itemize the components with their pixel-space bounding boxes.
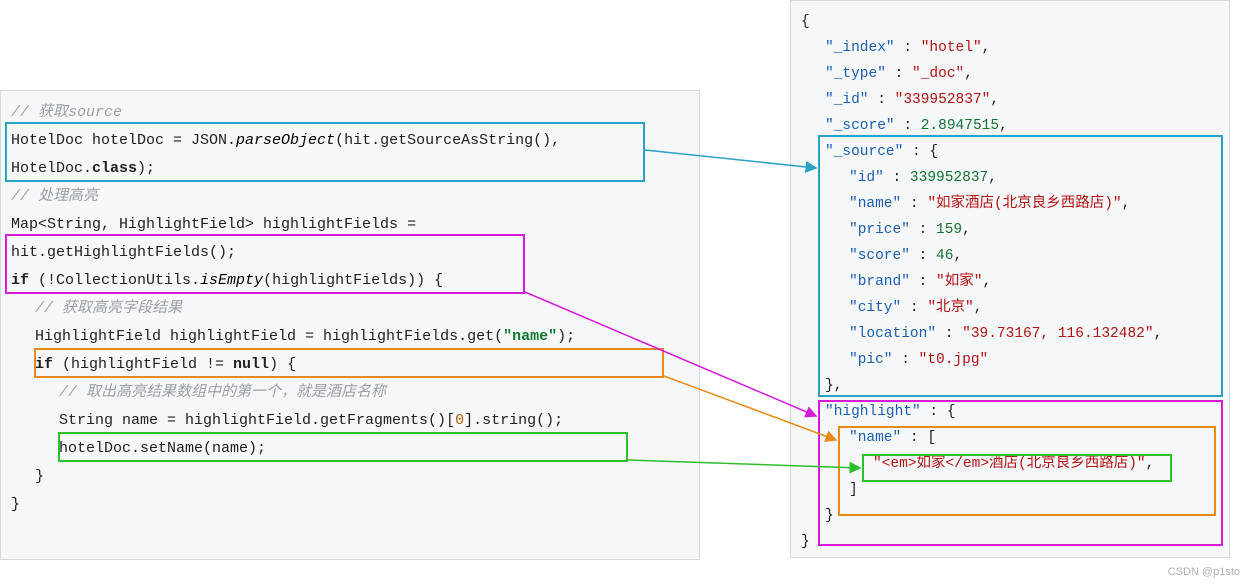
code-text: "name" — [503, 328, 557, 345]
json-text: } — [801, 534, 810, 550]
json-value: "339952837" — [895, 92, 991, 108]
json-key: "score" — [849, 248, 910, 264]
code-text: if — [35, 356, 53, 373]
json-text: ] — [849, 482, 858, 498]
json-key: "id" — [849, 170, 884, 186]
code-text: if — [11, 272, 29, 289]
code-text: Map<String, HighlightField> highlightFie… — [11, 216, 416, 233]
json-value: 159 — [936, 222, 962, 238]
code-text: HighlightField highlightField = highligh… — [35, 328, 503, 345]
json-value: "北京" — [927, 300, 973, 316]
json-key: "_type" — [825, 66, 886, 82]
json-text: : { — [921, 404, 956, 420]
json-key: "brand" — [849, 274, 910, 290]
json-text: { — [801, 14, 810, 30]
json-value: "<em>如家</em>酒店(北京良乡西路店)" — [873, 456, 1146, 472]
json-value: "如家酒店(北京良乡西路店)" — [927, 196, 1121, 212]
json-value: 339952837 — [910, 170, 988, 186]
json-key: "_id" — [825, 92, 869, 108]
json-key: "_index" — [825, 40, 895, 56]
json-value: "如家" — [936, 274, 982, 290]
json-key: "price" — [849, 222, 910, 238]
comment-get-field: // 获取高亮字段结果 — [35, 300, 182, 317]
json-key: "name" — [849, 196, 901, 212]
json-value: "_doc" — [912, 66, 964, 82]
json-key: "name" — [849, 430, 901, 446]
code-text: ].string(); — [464, 412, 563, 429]
code-text: parseObject — [236, 132, 335, 149]
code-text: ); — [557, 328, 575, 345]
code-text: 0 — [455, 412, 464, 429]
code-text: ) { — [269, 356, 296, 373]
java-code-panel: // 获取source HotelDoc hotelDoc = JSON.par… — [0, 90, 700, 560]
code-text: } — [35, 468, 44, 485]
json-key: "highlight" — [825, 404, 921, 420]
comment-first-fragment: // 取出高亮结果数组中的第一个，就是酒店名称 — [59, 384, 386, 401]
json-value: 46 — [936, 248, 953, 264]
comment-get-source: // 获取source — [11, 104, 122, 121]
code-text: ); — [137, 160, 155, 177]
code-text: (hit.getSourceAsString(), — [335, 132, 560, 149]
json-key: "location" — [849, 326, 936, 342]
code-text: class — [92, 160, 137, 177]
json-key: "_source" — [825, 144, 903, 160]
json-text: } — [825, 508, 834, 524]
json-text: : [ — [901, 430, 936, 446]
comment-handle-highlight: // 处理高亮 — [11, 188, 98, 205]
json-key: "city" — [849, 300, 901, 316]
code-text: String name = highlightField.getFragment… — [59, 412, 455, 429]
json-value: "t0.jpg" — [919, 352, 989, 368]
code-text: (highlightFields)) { — [263, 272, 443, 289]
json-value: 2.8947515 — [921, 118, 999, 134]
watermark: CSDN @p1sto — [1168, 566, 1240, 578]
json-value: "39.73167, 116.132482" — [962, 326, 1153, 342]
code-text: null — [233, 356, 269, 373]
json-text: : { — [903, 144, 938, 160]
code-text: hit.getHighlightFields(); — [11, 244, 236, 261]
code-text: hotelDoc.setName(name); — [59, 440, 266, 457]
json-key: "pic" — [849, 352, 893, 368]
json-key: "_score" — [825, 118, 895, 134]
code-text: isEmpty — [200, 272, 263, 289]
code-text: HotelDoc. — [11, 160, 92, 177]
json-value: "hotel" — [921, 40, 982, 56]
code-text: } — [11, 496, 20, 513]
code-text: (highlightField != — [53, 356, 233, 373]
json-text: }, — [825, 378, 842, 394]
code-text: (!CollectionUtils. — [29, 272, 200, 289]
code-text: HotelDoc hotelDoc = JSON. — [11, 132, 236, 149]
json-response-panel: { "_index" : "hotel", "_type" : "_doc", … — [790, 0, 1230, 558]
